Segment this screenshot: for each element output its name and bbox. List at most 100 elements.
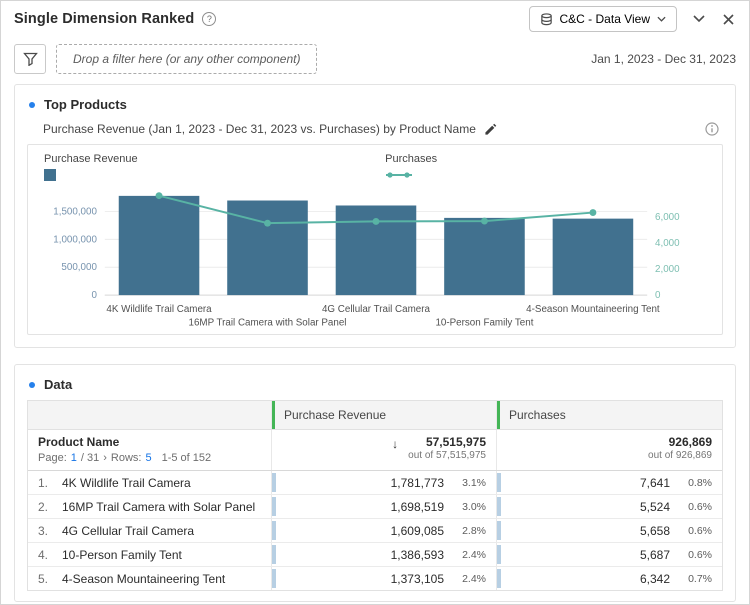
- dimension-name: Product Name: [38, 435, 120, 450]
- section-marker-dot: [29, 381, 35, 388]
- table-row[interactable]: 4. 10-Person Family Tent 1,386,593 2.4% 5,…: [28, 543, 722, 568]
- table-row[interactable]: 1. 4K Wildlife Trail Camera 1,781,773 3.1%…: [28, 471, 722, 496]
- page-total: / 31: [80, 452, 100, 465]
- cell-minibar: [272, 569, 276, 589]
- dimension-value: 16MP Trail Camera with Solar Panel: [62, 499, 256, 514]
- section-title-top-products: Top Products: [44, 97, 127, 112]
- edit-pencil-icon[interactable]: [484, 123, 497, 136]
- empty-header-cell: [28, 401, 272, 430]
- legend-label: Purchases: [385, 153, 438, 165]
- table-row[interactable]: 2. 16MP Trail Camera with Solar Panel 1,6…: [28, 495, 722, 520]
- chart-title: Purchase Revenue (Jan 1, 2023 - Dec 31, …: [43, 122, 476, 136]
- total-cell-purchase-revenue: ↓ 57,515,975 out of 57,515,975: [272, 430, 497, 471]
- metric-cell: 1,386,593 2.4%: [272, 543, 497, 567]
- svg-text:0: 0: [655, 290, 661, 301]
- chart-plot-area[interactable]: 0 500,000 1,000,000 1,500,000 0 2,000 4,000 6,0…: [36, 187, 714, 332]
- row-number: 5.: [38, 571, 49, 586]
- column-header-label: Purchases: [509, 408, 566, 423]
- collapse-panel-chevron-icon[interactable]: [691, 13, 707, 25]
- dimension-value: 4K Wildlife Trail Camera: [62, 475, 191, 490]
- next-page-chevron-icon[interactable]: ›: [103, 452, 107, 464]
- row-number: 2.: [38, 499, 49, 514]
- svg-text:16MP Trail Camera with Solar P: 16MP Trail Camera with Solar Panel: [189, 318, 347, 329]
- bar-line-chart[interactable]: Purchase Revenue Purchases 0 500,000 1,000…: [27, 144, 723, 336]
- total-value: 57,515,975: [425, 435, 486, 450]
- metric-cell: 6,342 0.7%: [497, 567, 722, 590]
- cell-minibar: [497, 569, 501, 589]
- filter-bar: Drop a filter here (or any other compone…: [0, 38, 750, 84]
- svg-text:1,500,000: 1,500,000: [53, 207, 97, 218]
- legend-label: Purchase Revenue: [44, 153, 138, 165]
- metric-cell: 5,687 0.6%: [497, 543, 722, 566]
- table-row[interactable]: 5. 4-Season Mountaineering Tent 1,373,105…: [28, 567, 722, 591]
- cell-minibar: [497, 473, 501, 493]
- chart-legend: Purchase Revenue Purchases: [36, 153, 714, 187]
- svg-text:500,000: 500,000: [61, 262, 97, 273]
- legend-item-purchase-revenue[interactable]: Purchase Revenue: [44, 153, 138, 181]
- funnel-icon: [22, 52, 38, 66]
- cell-minibar: [272, 545, 276, 565]
- column-header-purchase-revenue[interactable]: Purchase Revenue: [272, 401, 497, 430]
- metric-cell: 1,373,105 2.4%: [272, 567, 497, 591]
- info-icon[interactable]: [705, 122, 719, 136]
- date-range[interactable]: Jan 1, 2023 - Dec 31, 2023: [591, 52, 736, 66]
- cell-minibar: [272, 521, 276, 541]
- close-icon[interactable]: [721, 12, 736, 27]
- dimension-value: 4-Season Mountaineering Tent: [62, 571, 226, 586]
- metric-cell: 1,781,773 3.1%: [272, 471, 497, 495]
- dimension-header-cell: Product Name Page: 1 / 31 › Rows: 5 1-5 …: [28, 430, 272, 471]
- metric-cell: 7,641 0.8%: [497, 471, 722, 494]
- metric-cell: 1,609,085 2.8%: [272, 519, 497, 543]
- rows-count-link[interactable]: 5: [145, 452, 151, 464]
- workspace-panel: Single Dimension Ranked ? C&C - Data Vie…: [0, 0, 750, 605]
- row-number: 1.: [38, 475, 49, 490]
- table-pagination: Page: 1 / 31 › Rows: 5 1-5 of 152: [38, 452, 261, 464]
- metric-cell: 5,524 0.6%: [497, 495, 722, 518]
- total-out-of: out of 926,869: [648, 450, 712, 462]
- help-icon[interactable]: ?: [202, 12, 217, 26]
- totals-row: Product Name Page: 1 / 31 › Rows: 5 1-5 …: [28, 430, 722, 472]
- data-panel: Data Purchase Revenue Purchases Product …: [14, 364, 736, 603]
- page-number-link[interactable]: 1: [71, 452, 77, 464]
- dimension-value: 10-Person Family Tent: [62, 547, 182, 562]
- row-number: 4.: [38, 547, 49, 562]
- cell-minibar: [497, 521, 501, 541]
- column-header-label: Purchase Revenue: [284, 408, 387, 423]
- section-title-data: Data: [44, 377, 73, 393]
- page-title: Single Dimension Ranked: [14, 11, 195, 27]
- cell-minibar: [272, 473, 276, 493]
- column-header-purchases[interactable]: Purchases: [497, 401, 722, 430]
- table-row[interactable]: 3. 4G Cellular Trail Camera 1,609,085 2.8%…: [28, 519, 722, 544]
- total-value: 926,869: [668, 435, 712, 450]
- dimension-value: 4G Cellular Trail Camera: [62, 523, 195, 538]
- segment-filter-button[interactable]: [14, 44, 46, 74]
- row-number: 3.: [38, 523, 49, 538]
- cell-minibar: [497, 497, 501, 517]
- filter-drop-zone[interactable]: Drop a filter here (or any other compone…: [56, 44, 318, 74]
- freeform-table: Purchase Revenue Purchases Product Name …: [27, 400, 723, 592]
- legend-item-purchases[interactable]: Purchases: [385, 153, 437, 181]
- panel-header: Single Dimension Ranked ? C&C - Data Vie…: [0, 0, 750, 38]
- sort-descending-icon[interactable]: ↓: [392, 437, 398, 451]
- svg-text:4-Season Mountaineering Tent: 4-Season Mountaineering Tent: [526, 304, 660, 315]
- metric-cell: 5,658 0.6%: [497, 519, 722, 542]
- svg-text:2,000: 2,000: [655, 264, 680, 275]
- data-view-selector[interactable]: C&C - Data View: [528, 6, 677, 32]
- line-swatch-icon: [385, 169, 437, 181]
- total-out-of: out of 57,515,975: [408, 450, 486, 462]
- metric-accent-bar: [272, 401, 275, 430]
- svg-text:0: 0: [91, 290, 97, 301]
- chevron-down-icon: [657, 16, 666, 22]
- svg-text:10-Person Family Tent: 10-Person Family Tent: [435, 318, 533, 329]
- database-icon: [540, 12, 553, 26]
- cell-minibar: [272, 497, 276, 517]
- section-marker-dot: [29, 101, 35, 108]
- metric-accent-bar: [497, 401, 500, 430]
- total-cell-purchases: 926,869 out of 926,869: [497, 430, 722, 470]
- svg-text:4K Wildlife Trail Camera: 4K Wildlife Trail Camera: [106, 304, 212, 315]
- cell-minibar: [497, 545, 501, 565]
- svg-text:4,000: 4,000: [655, 238, 680, 249]
- bar-swatch-icon: [44, 169, 56, 181]
- data-view-label: C&C - Data View: [559, 12, 650, 26]
- svg-text:1,000,000: 1,000,000: [53, 234, 97, 245]
